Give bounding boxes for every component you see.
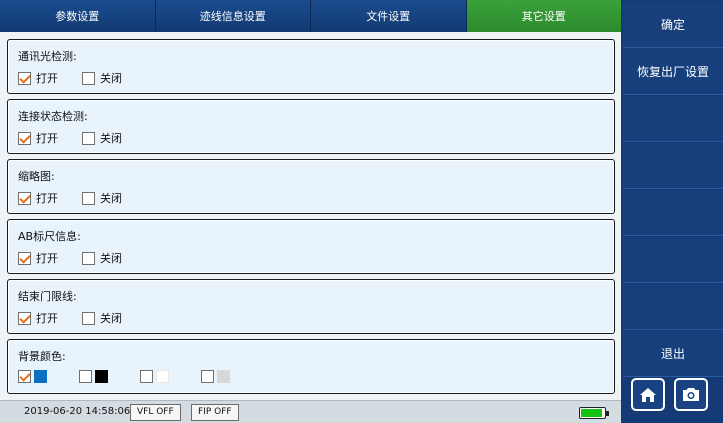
tab-trace-info-settings[interactable]: 迹线信息设置: [155, 0, 311, 32]
option-group: 打开 关闭: [18, 250, 146, 266]
camera-icon: [683, 388, 699, 401]
option-label: 关闭: [100, 192, 122, 205]
section-thumbnail: 缩略图: 打开 关闭: [7, 159, 615, 214]
option-group: 打开 关闭: [18, 130, 146, 146]
checkbox[interactable]: [82, 71, 95, 85]
option-on[interactable]: 打开: [18, 190, 58, 206]
option-off[interactable]: 关闭: [82, 310, 122, 326]
section-title: 缩略图:: [18, 170, 55, 183]
battery-icon: [579, 407, 609, 419]
color-option-group: [18, 370, 262, 383]
option-on[interactable]: 打开: [18, 70, 58, 86]
empty-button-3[interactable]: [623, 190, 723, 236]
tab-other-settings[interactable]: 其它设置: [466, 0, 621, 32]
option-off[interactable]: 关闭: [82, 250, 122, 266]
empty-button-2[interactable]: [623, 143, 723, 189]
checkbox[interactable]: [18, 71, 31, 85]
checkbox[interactable]: [201, 370, 214, 383]
empty-button-5[interactable]: [623, 284, 723, 330]
option-off[interactable]: 关闭: [82, 130, 122, 146]
camera-button[interactable]: [674, 378, 708, 411]
checkbox[interactable]: [18, 191, 31, 205]
checkbox[interactable]: [18, 370, 31, 383]
color-swatch-black: [95, 370, 108, 383]
empty-button-1[interactable]: [623, 96, 723, 142]
color-option-blue[interactable]: [18, 370, 47, 383]
section-comm-light-detection: 通讯光检测: 打开 关闭: [7, 39, 615, 94]
settings-sections: 通讯光检测: 打开 关闭 连接状态检测: 打开 关闭 缩略图: 打开 关闭 AB…: [7, 39, 615, 394]
section-title: 连接状态检测:: [18, 110, 88, 123]
checkbox[interactable]: [18, 131, 31, 145]
home-icon: [640, 387, 656, 402]
option-off[interactable]: 关闭: [82, 70, 122, 86]
section-title: 结束门限线:: [18, 290, 77, 303]
option-label: 关闭: [100, 252, 122, 265]
option-label: 打开: [36, 132, 58, 145]
settings-panel: 参数设置 迹线信息设置 文件设置 其它设置 通讯光检测: 打开 关闭 连接状态检…: [0, 0, 621, 423]
checkbox[interactable]: [82, 251, 95, 265]
checkbox[interactable]: [82, 311, 95, 325]
section-background-color: 背景颜色:: [7, 339, 615, 394]
option-on[interactable]: 打开: [18, 250, 58, 266]
option-off[interactable]: 关闭: [82, 190, 122, 206]
restore-defaults-button[interactable]: 恢复出厂设置: [623, 49, 723, 95]
tab-parameter-settings[interactable]: 参数设置: [0, 0, 156, 32]
option-label: 打开: [36, 312, 58, 325]
color-swatch-blue: [34, 370, 47, 383]
checkbox[interactable]: [82, 131, 95, 145]
section-title: AB标尺信息:: [18, 230, 81, 243]
option-on[interactable]: 打开: [18, 310, 58, 326]
color-option-black[interactable]: [79, 370, 108, 383]
color-swatch-white: [156, 370, 169, 383]
color-swatch-gray: [217, 370, 230, 383]
option-label: 关闭: [100, 72, 122, 85]
option-on[interactable]: 打开: [18, 130, 58, 146]
battery-level: [581, 409, 602, 417]
option-label: 打开: [36, 252, 58, 265]
empty-button-4[interactable]: [623, 237, 723, 283]
option-label: 打开: [36, 192, 58, 205]
checkbox[interactable]: [18, 311, 31, 325]
exit-button[interactable]: 退出: [623, 331, 723, 377]
tab-file-settings[interactable]: 文件设置: [311, 0, 467, 32]
checkbox[interactable]: [82, 191, 95, 205]
option-group: 打开 关闭: [18, 190, 146, 206]
option-label: 关闭: [100, 312, 122, 325]
vfl-status-button[interactable]: VFL OFF: [130, 404, 181, 421]
section-title: 通讯光检测:: [18, 50, 77, 63]
home-button[interactable]: [631, 378, 665, 411]
option-label: 打开: [36, 72, 58, 85]
section-title: 背景颜色:: [18, 350, 66, 363]
section-end-threshold-line: 结束门限线: 打开 关闭: [7, 279, 615, 334]
tab-bar: 参数设置 迹线信息设置 文件设置 其它设置: [0, 0, 621, 32]
checkbox[interactable]: [18, 251, 31, 265]
color-option-white[interactable]: [140, 370, 169, 383]
fip-status-button[interactable]: FIP OFF: [191, 404, 239, 421]
datetime-text: 2019-06-20 14:58:06: [24, 406, 131, 417]
checkbox[interactable]: [79, 370, 92, 383]
checkbox[interactable]: [140, 370, 153, 383]
section-ab-ruler-info: AB标尺信息: 打开 关闭: [7, 219, 615, 274]
status-bar: 2019-06-20 14:58:06 VFL OFF FIP OFF: [0, 400, 621, 423]
section-connection-status-detection: 连接状态检测: 打开 关闭: [7, 99, 615, 154]
confirm-button[interactable]: 确定: [623, 2, 723, 48]
right-sidebar: 确定 恢复出厂设置 退出: [621, 0, 723, 423]
option-label: 关闭: [100, 132, 122, 145]
option-group: 打开 关闭: [18, 70, 146, 86]
option-group: 打开 关闭: [18, 310, 146, 326]
color-option-gray[interactable]: [201, 370, 230, 383]
